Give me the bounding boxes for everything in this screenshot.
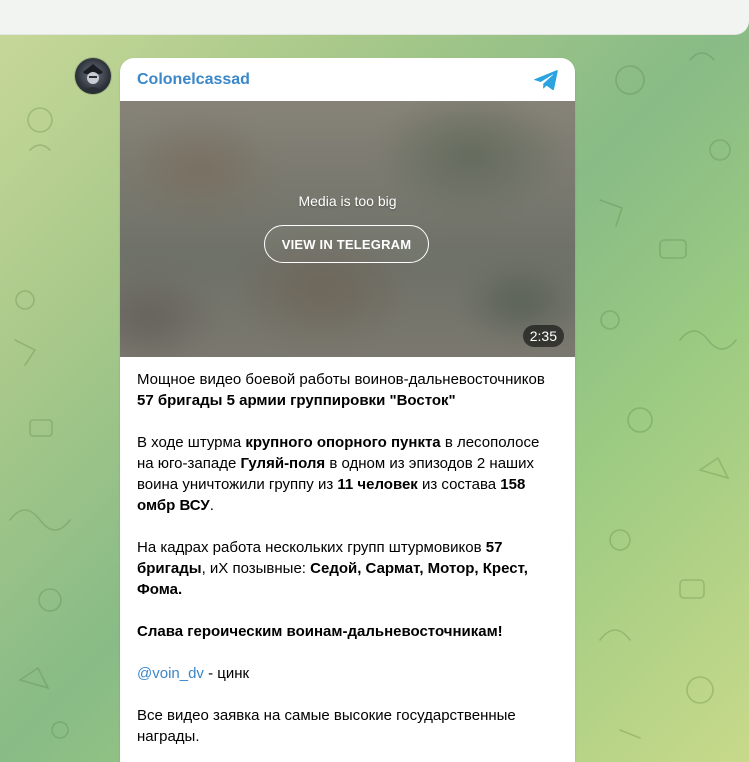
paragraph-4: Слава героическим воинам-дальневосточник… — [137, 621, 558, 642]
paragraph-5: @voin_dv - цинк — [137, 663, 558, 684]
paragraph-6: Все видео заявка на самые высокие госуда… — [137, 705, 558, 747]
channel-name-link[interactable]: Colonelcassad — [137, 71, 250, 89]
bold-run: 57 бригады 5 армии группировки "Восток" — [137, 392, 456, 409]
text-run: , иХ позывные: — [201, 560, 311, 577]
bold-run: Слава героическим воинам-дальневосточник… — [137, 623, 503, 640]
mention-link[interactable]: @voin_dv — [137, 665, 204, 682]
paragraph-2: В ходе штурма крупного опорного пункта в… — [137, 432, 558, 516]
paragraph-3: На кадрах работа нескольких групп штурмо… — [137, 537, 558, 600]
telegram-plane-icon[interactable] — [533, 68, 559, 92]
text-run: Мощное видео боевой работы воинов-дальне… — [137, 371, 545, 388]
text-run: В ходе штурма — [137, 434, 246, 451]
video-duration-badge: 2:35 — [522, 325, 564, 347]
channel-avatar-icon[interactable] — [75, 58, 111, 94]
text-run: . — [209, 497, 214, 514]
bold-run: 11 человек — [337, 476, 418, 493]
message-text: Мощное видео боевой работы воинов-дальне… — [120, 357, 575, 747]
media-too-big-text: Media is too big — [298, 193, 397, 209]
text-run: - цинк — [203, 665, 250, 682]
top-bar — [0, 0, 749, 35]
text-run: Все видео заявка на самые высокие госуда… — [137, 707, 516, 745]
media-preview[interactable]: Media is too big VIEW IN TELEGRAM 2:35 — [120, 101, 575, 357]
text-run: из состава — [417, 476, 501, 493]
bold-run: крупного опорного пункта — [245, 434, 441, 451]
text-run: На кадрах работа нескольких групп штурмо… — [137, 539, 486, 556]
message-card: Colonelcassad Media is too big VIEW IN T… — [120, 58, 575, 762]
message-header: Colonelcassad — [120, 58, 575, 101]
view-in-telegram-button[interactable]: VIEW IN TELEGRAM — [264, 225, 429, 263]
bold-run: Гуляй-поля — [240, 455, 326, 472]
paragraph-1: Мощное видео боевой работы воинов-дальне… — [137, 369, 558, 411]
